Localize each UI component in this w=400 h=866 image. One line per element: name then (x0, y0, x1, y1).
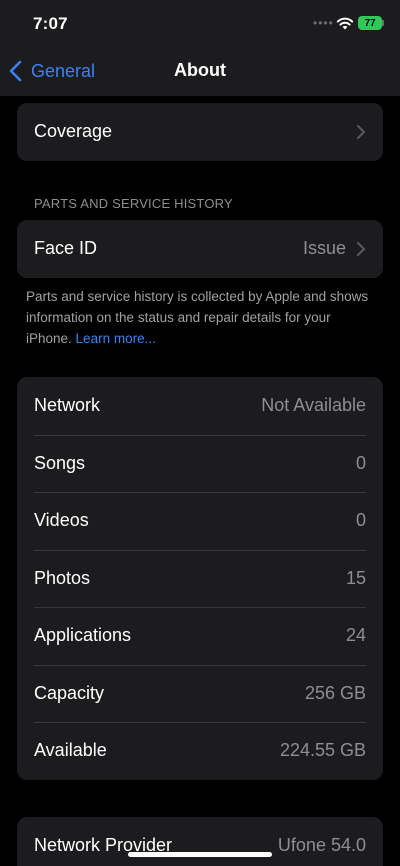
info-label: Songs (34, 452, 86, 473)
parts-history-header: PARTS AND SERVICE HISTORY (34, 196, 233, 211)
coverage-row[interactable]: Coverage (17, 103, 383, 161)
parts-history-footer: Parts and service history is collected b… (26, 286, 376, 349)
settings-content[interactable]: Coverage PARTS AND SERVICE HISTORY Face … (0, 96, 400, 866)
navigation-bar: General About (0, 46, 400, 96)
battery-icon: 77 (358, 16, 382, 30)
info-value: 0 (355, 452, 366, 473)
info-value: 24 (345, 625, 366, 646)
info-value: 256 GB (304, 682, 366, 703)
face-id-status: Issue (303, 238, 366, 259)
info-label: Capacity (34, 682, 105, 703)
learn-more-link[interactable]: Learn more... (76, 331, 156, 346)
info-row-videos[interactable]: Videos 0 (17, 492, 383, 550)
wifi-icon (336, 17, 354, 30)
info-row-available[interactable]: Available 224.55 GB (17, 722, 383, 780)
info-value: 0 (355, 510, 366, 531)
info-value: Not Available (261, 395, 366, 416)
device-info-group: Network Not Available Songs 0 Videos 0 P… (17, 377, 383, 780)
info-row-capacity[interactable]: Capacity 256 GB (17, 664, 383, 723)
status-bar: 7:07 •••• 77 (0, 0, 400, 46)
info-row-applications[interactable]: Applications 24 (17, 607, 383, 665)
page-title: About (174, 60, 226, 80)
network-provider-row[interactable]: Network Provider Ufone 54.0 (17, 817, 383, 866)
info-value: 224.55 GB (279, 740, 366, 761)
chevron-right-icon (357, 241, 365, 256)
coverage-group: Coverage (17, 103, 383, 161)
info-label: Videos (34, 510, 89, 531)
info-row-songs[interactable]: Songs 0 (17, 434, 383, 493)
network-provider-value: Ufone 54.0 (277, 835, 366, 856)
info-label: Applications (34, 625, 132, 646)
info-row-network[interactable]: Network Not Available (17, 377, 383, 435)
status-time: 7:07 (33, 14, 68, 33)
info-value: 15 (345, 567, 366, 588)
info-label: Network (34, 395, 101, 416)
parts-history-group: Face ID Issue (17, 220, 383, 278)
battery-level: 77 (364, 17, 376, 29)
face-id-value: Issue (302, 238, 346, 259)
face-id-label: Face ID (34, 238, 98, 259)
battery-tip (382, 20, 384, 26)
cellular-signal-icon: •••• (313, 16, 334, 30)
info-label: Available (34, 740, 107, 761)
info-row-photos[interactable]: Photos 15 (17, 549, 383, 608)
home-indicator[interactable] (128, 852, 272, 857)
coverage-label: Coverage (34, 121, 113, 142)
provider-group: Network Provider Ufone 54.0 (17, 817, 383, 866)
face-id-row[interactable]: Face ID Issue (17, 220, 383, 278)
chevron-right-icon (357, 124, 365, 139)
info-label: Photos (34, 567, 91, 588)
